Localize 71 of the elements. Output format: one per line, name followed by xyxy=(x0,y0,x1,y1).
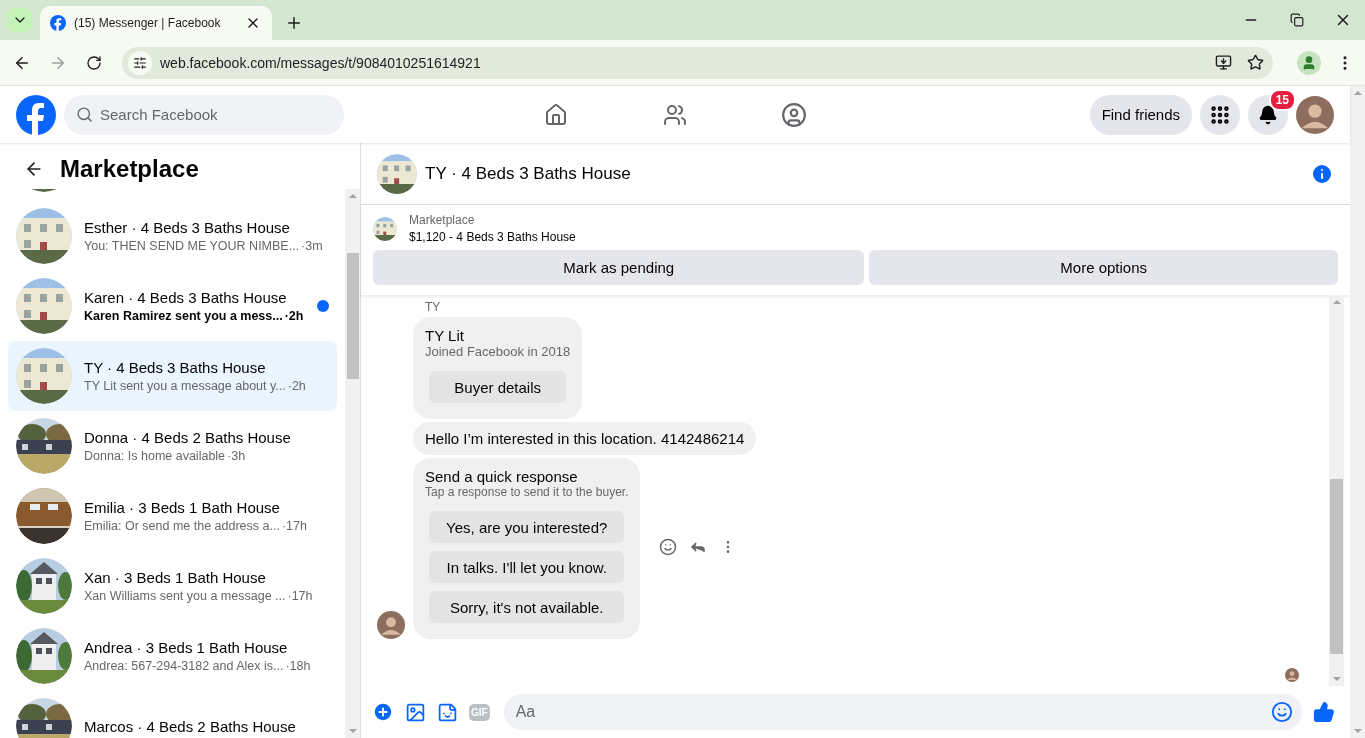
message-preview: Donna: Is home available xyxy=(84,449,226,463)
scrollbar[interactable] xyxy=(345,189,360,738)
conversation-title: Karen · 4 Beds 3 Baths House xyxy=(84,289,288,306)
message-time: ·2h xyxy=(287,379,306,393)
buyer-name: TY Lit xyxy=(425,327,465,344)
scrollbar[interactable] xyxy=(1329,295,1344,686)
sender-avatar xyxy=(377,611,405,639)
conversation-title: Andrea · 3 Beds 1 Bath House xyxy=(84,639,289,656)
joined-text: Joined Facebook in 2018 xyxy=(425,344,571,359)
conversation-title: Marcos · 4 Beds 2 Baths House xyxy=(84,717,297,735)
message-time: ·3m xyxy=(301,239,323,253)
profile-avatar xyxy=(1296,95,1334,134)
message-text: Hello I’m interested in this location. 4142486214 xyxy=(425,430,745,447)
emoji-icon[interactable] xyxy=(1270,700,1294,724)
conversation-title: Donna · 4 Beds 2 Baths House xyxy=(84,429,292,446)
find-friends-button[interactable]: Find friends xyxy=(1089,94,1192,135)
conversation-title: TY · 4 Beds 3 Baths House xyxy=(425,163,632,184)
unread-dot xyxy=(317,300,329,312)
message-preview: You: THEN SEND ME YOUR NIMBE... xyxy=(84,239,300,253)
grid-icon xyxy=(1209,103,1231,126)
message-preview: Xan Williams sent you a message ... xyxy=(84,589,286,603)
message-time: ·2h xyxy=(284,309,304,323)
message-field[interactable]: Aa xyxy=(503,694,1302,730)
facebook-logo-icon[interactable] xyxy=(16,94,56,135)
facebook-logo-icon xyxy=(50,15,66,31)
search-field[interactable]: Search Facebook xyxy=(64,94,344,135)
site-settings-icon[interactable] xyxy=(128,50,152,75)
conversation-item[interactable]: Xan · 3 Beds 1 Bath House Xan Williams sent you a message ... ·17h xyxy=(8,551,337,621)
notification-badge: 15 xyxy=(1268,88,1296,111)
buyer-details-button[interactable]: Buyer details xyxy=(429,371,567,403)
sidebar-title: Marketplace xyxy=(60,155,199,183)
listing-label: Marketplace xyxy=(409,213,476,227)
browser-tab[interactable]: (15) Messenger | Facebook xyxy=(40,6,272,40)
bell-icon xyxy=(1258,104,1278,125)
quick-response-title: Send a quick response xyxy=(425,468,579,485)
message-time: ·17h xyxy=(287,589,313,603)
profile-icon[interactable] xyxy=(1297,50,1321,75)
conversation-item[interactable]: Donna · 4 Beds 2 Baths House Donna: Is home available ·3h xyxy=(8,411,337,481)
quick-response-subtitle: Tap a response to send it to the buyer. xyxy=(425,485,629,499)
message-preview: TY Lit sent you a message about y... xyxy=(84,379,286,393)
message-preview: Karen Ramirez sent you a mess... xyxy=(84,309,283,323)
listing-action-button[interactable]: Mark as pending xyxy=(373,250,865,285)
tab-title: (15) Messenger | Facebook xyxy=(74,16,222,30)
message-time: ·17h xyxy=(281,519,307,533)
address-bar[interactable]: web.facebook.com/messages/t/9084010251614921 xyxy=(122,46,1273,79)
conversation-item[interactable]: Karen · 4 Beds 3 Baths House Karen Ramirez sent you a mess... ·2h xyxy=(8,271,337,341)
message-preview: Emilia: Or send me the address a... xyxy=(84,519,280,533)
conversation-title: Emilia · 3 Beds 1 Bath House xyxy=(84,499,281,516)
message-time: ·18h xyxy=(285,659,311,673)
message-preview: Andrea: 567-294-3182 and Alex is... xyxy=(84,659,284,673)
conversation-title: Xan · 3 Beds 1 Bath House xyxy=(84,569,267,586)
conversation-item[interactable]: TY · 4 Beds 3 Baths House TY Lit sent you a message about y... ·2h xyxy=(8,341,337,411)
conversation-item[interactable]: Emilia · 3 Beds 1 Bath House Emilia: Or send me the address a... ·17h xyxy=(8,481,337,551)
sender-name: TY xyxy=(425,300,442,314)
conversation-title: TY · 4 Beds 3 Baths House xyxy=(84,359,267,376)
menu-grid-button[interactable] xyxy=(1200,94,1240,135)
page-scrollbar[interactable] xyxy=(1350,86,1365,738)
listing-title: $1,120 - 4 Beds 3 Baths House xyxy=(409,230,576,244)
read-receipt-avatar xyxy=(1285,668,1299,682)
conversation-item[interactable]: Esther · 4 Beds 3 Baths House You: THEN SEND ME YOUR NIMBE... ·3m xyxy=(8,201,337,271)
listing-action-button[interactable]: More options xyxy=(869,250,1338,285)
conversation-item[interactable]: Andrea · 3 Beds 1 Bath House Andrea: 567-294-3182 and Alex is... ·18h xyxy=(8,621,337,691)
conversation-title: Esther · 4 Beds 3 Baths House xyxy=(84,219,291,236)
quick-response-button[interactable]: Yes, are you interested? xyxy=(429,511,625,543)
search-icon xyxy=(76,105,93,123)
message-time: ·3h xyxy=(227,449,246,463)
quick-response-button[interactable]: In talks. I'll let you know. xyxy=(429,551,625,583)
url-text: web.facebook.com/messages/t/9084010251614921 xyxy=(160,54,482,71)
quick-response-button[interactable]: Sorry, it's not available. xyxy=(429,591,625,623)
conversation-item[interactable]: Marcos · 4 Beds 2 Baths House xyxy=(8,691,337,738)
tab-search-button[interactable] xyxy=(8,8,32,32)
